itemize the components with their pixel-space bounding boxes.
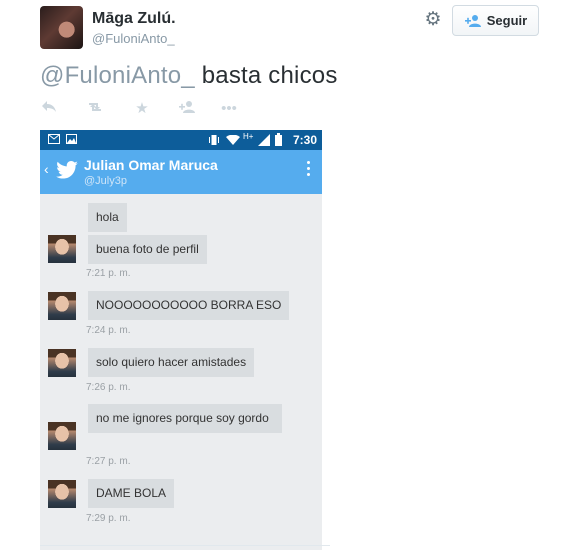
author-avatar[interactable] bbox=[40, 6, 83, 49]
message-bubble: DAME BOLA bbox=[88, 479, 175, 508]
message-time: 7:27 p. m. bbox=[86, 456, 131, 467]
phone-status-bar: H+ 7:30 bbox=[40, 130, 322, 150]
follow-button[interactable]: Seguir bbox=[452, 5, 539, 36]
status-time: 7:30 bbox=[293, 133, 318, 147]
author-handle[interactable]: @FuloniAnto_ bbox=[92, 31, 175, 46]
tweet-body: basta chicos bbox=[194, 62, 338, 89]
mention-link[interactable]: @FuloniAnto_ bbox=[40, 62, 195, 89]
vibrate-icon bbox=[209, 135, 219, 145]
author-name[interactable]: Māga Zulú. bbox=[92, 10, 176, 28]
message-time: 7:21 p. m. bbox=[86, 268, 131, 279]
retweet-icon[interactable] bbox=[86, 100, 104, 118]
wifi-icon bbox=[226, 135, 240, 145]
network-type-icon: H+ bbox=[243, 132, 254, 141]
attached-screenshot[interactable]: H+ 7:30 ‹ Julian Omar Maruca @July3p hol… bbox=[40, 130, 322, 550]
tweet-text: @FuloniAnto_ basta chicos bbox=[40, 62, 338, 90]
sender-avatar bbox=[48, 235, 76, 263]
more-icon[interactable]: ••• bbox=[220, 100, 238, 118]
conversation-handle: @July3p bbox=[84, 175, 127, 187]
message-bubble: hola bbox=[88, 203, 127, 232]
message-bubble: no me ignores porque soy gordo bbox=[88, 404, 282, 433]
divider bbox=[40, 545, 330, 546]
add-user-icon bbox=[464, 14, 481, 27]
favorite-icon[interactable]: ★ bbox=[133, 100, 151, 118]
sender-avatar bbox=[48, 422, 76, 450]
reply-icon[interactable] bbox=[40, 100, 58, 118]
follow-label: Seguir bbox=[486, 13, 528, 28]
message-bubble: buena foto de perfil bbox=[88, 235, 207, 264]
message-bubble: NOOOOOOOOOOO BORRA ESO bbox=[88, 291, 290, 320]
message-time: 7:24 p. m. bbox=[86, 325, 131, 336]
battery-icon bbox=[275, 133, 282, 146]
sender-avatar bbox=[48, 480, 76, 508]
message-bubble: solo quiero hacer amistades bbox=[88, 348, 255, 377]
overflow-menu-icon[interactable] bbox=[303, 161, 313, 176]
twitter-bird-icon bbox=[56, 161, 78, 179]
tweet-actions: ★ ••• bbox=[40, 100, 237, 120]
signal-icon bbox=[258, 134, 270, 146]
message-time: 7:29 p. m. bbox=[86, 513, 131, 524]
conversation-name: Julian Omar Maruca bbox=[84, 157, 218, 173]
sender-avatar bbox=[48, 349, 76, 377]
gear-icon[interactable]: ⚙ bbox=[423, 10, 443, 30]
back-icon[interactable]: ‹ bbox=[44, 161, 49, 177]
image-icon bbox=[66, 134, 77, 144]
mail-icon bbox=[48, 134, 60, 144]
conversation-header: ‹ Julian Omar Maruca @July3p bbox=[40, 150, 322, 194]
follow-icon[interactable] bbox=[178, 100, 196, 118]
sender-avatar bbox=[48, 292, 76, 320]
message-time: 7:26 p. m. bbox=[86, 382, 131, 393]
